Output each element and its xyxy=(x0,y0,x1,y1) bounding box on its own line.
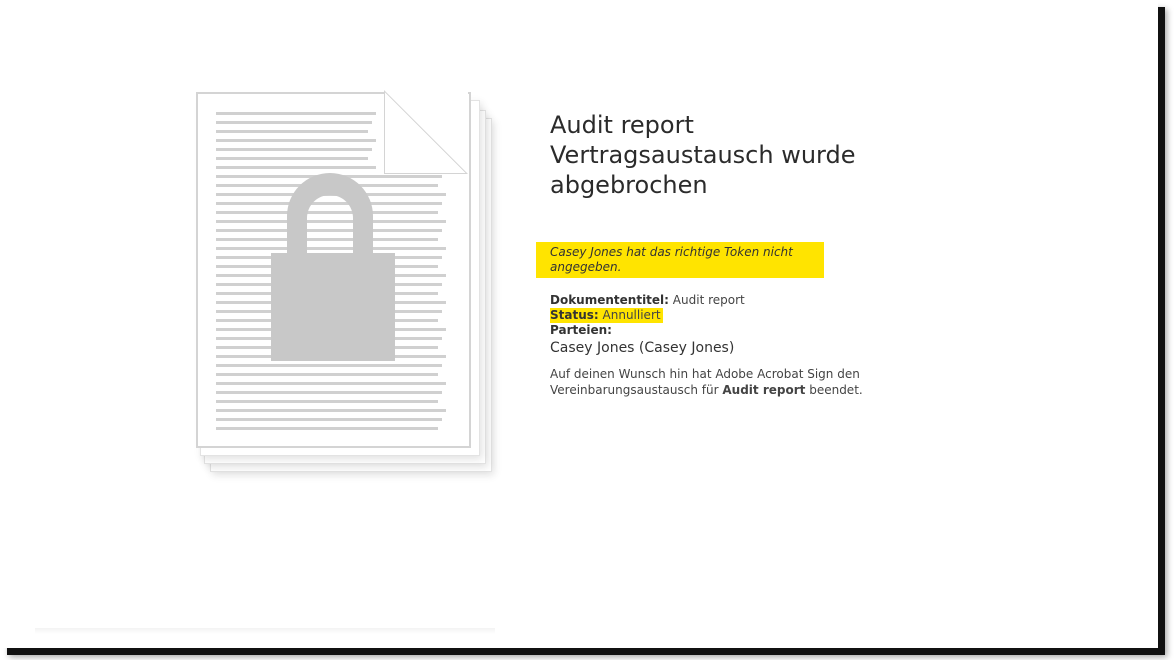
bottom-divider xyxy=(35,628,495,634)
lock-icon xyxy=(271,173,395,361)
status-highlight: Status: Annulliert xyxy=(550,308,663,323)
document-text-line xyxy=(216,418,442,421)
document-text-line xyxy=(216,130,368,133)
status-value: Annulliert xyxy=(602,308,661,322)
token-notice: Casey Jones hat das richtige Token nicht… xyxy=(536,242,824,278)
document-title-row: Dokumententitel: Audit report xyxy=(550,293,880,308)
page-title: Audit report Vertragsaustausch wurde abg… xyxy=(550,110,880,200)
page-frame: Audit report Vertragsaustausch wurde abg… xyxy=(0,0,1158,648)
document-text-line xyxy=(216,112,376,115)
folded-corner-icon xyxy=(384,90,468,174)
agreement-meta: Dokumententitel: Audit report Status: An… xyxy=(550,293,880,357)
title-line-1: Audit report xyxy=(550,111,694,139)
document-text-line xyxy=(216,391,442,394)
parties-label: Parteien: xyxy=(550,323,612,337)
title-line-2: Vertragsaustausch wurde xyxy=(550,141,856,169)
main-content: Audit report Vertragsaustausch wurde abg… xyxy=(536,110,880,398)
description-suffix: beendet. xyxy=(809,383,863,397)
description-text: Auf deinen Wunsch hin hat Adobe Acrobat … xyxy=(550,366,880,398)
party-name: Casey Jones (Casey Jones) xyxy=(550,340,735,356)
document-text-line xyxy=(216,121,372,124)
document-text-line xyxy=(216,148,372,151)
document-lock-illustration xyxy=(190,88,510,488)
document-text-line xyxy=(216,139,376,142)
document-title-label: Dokumententitel: xyxy=(550,293,669,307)
document-text-line xyxy=(216,400,438,403)
document-text-line xyxy=(216,157,368,160)
description-document-name: Audit report xyxy=(722,383,806,397)
document-title-value: Audit report xyxy=(672,293,745,307)
document-text-line xyxy=(216,382,446,385)
title-line-3: abgebrochen xyxy=(550,171,708,199)
status-row: Status: Annulliert xyxy=(550,308,880,323)
document-text-line xyxy=(216,409,446,412)
parties-row: Parteien: xyxy=(550,323,880,338)
document-text-line xyxy=(216,427,438,430)
document-text-line xyxy=(216,373,438,376)
status-label: Status: xyxy=(550,308,599,322)
